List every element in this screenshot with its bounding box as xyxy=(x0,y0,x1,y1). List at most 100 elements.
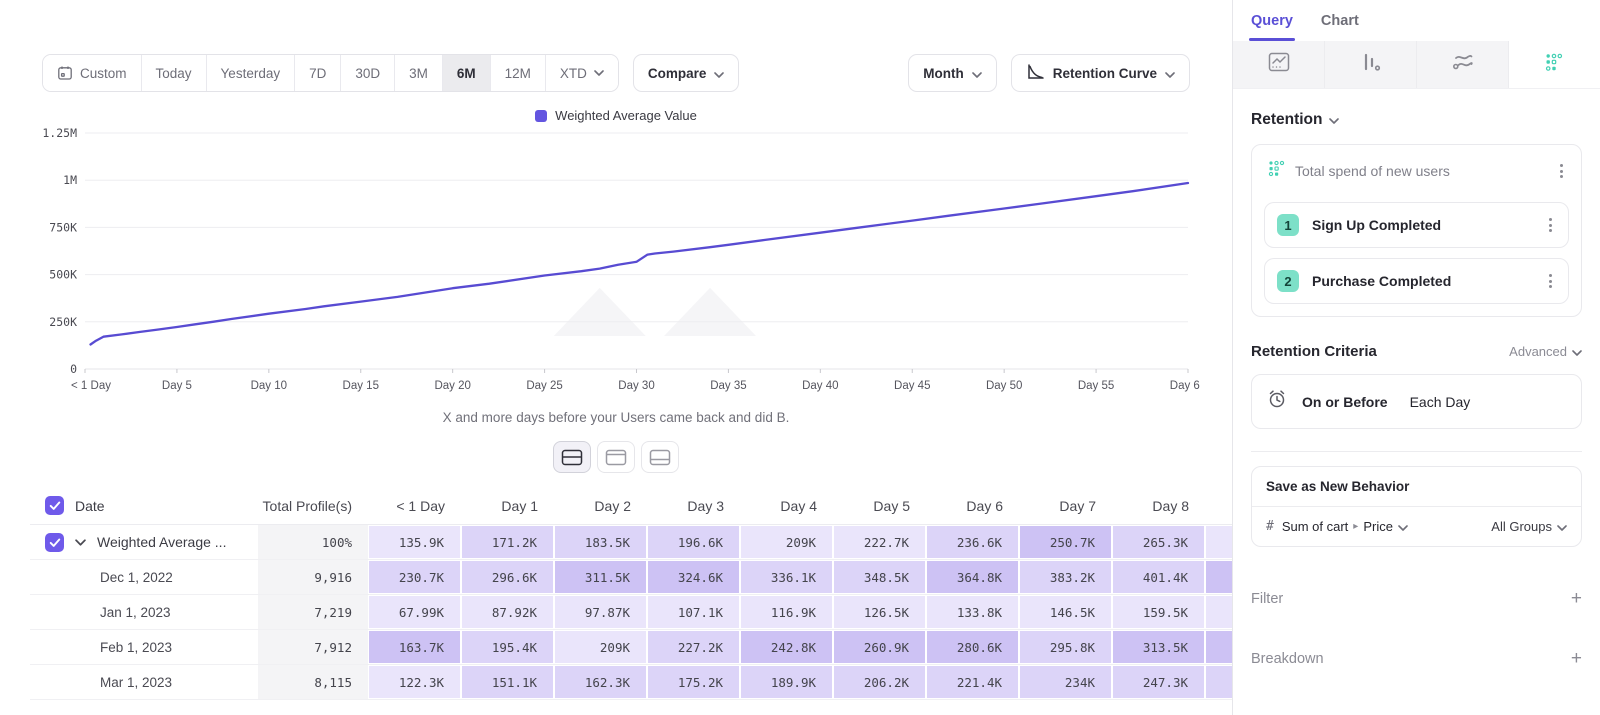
date-range-7d[interactable]: 7D xyxy=(295,55,341,91)
retention-value-cell[interactable]: 122.3K xyxy=(368,665,461,699)
date-range-custom[interactable]: Custom xyxy=(43,55,142,91)
top-panel-view-toggle[interactable] xyxy=(597,441,635,473)
retention-value-cell[interactable]: 313.5K xyxy=(1112,630,1205,664)
tab-chart[interactable]: Chart xyxy=(1321,13,1359,41)
retention-value-cell[interactable]: 159.5K xyxy=(1112,595,1205,629)
row-checkbox[interactable] xyxy=(45,533,64,552)
retention-value-cell[interactable]: 324.6K xyxy=(647,560,740,594)
date-range-yesterday[interactable]: Yesterday xyxy=(207,55,296,91)
report-tab-insights[interactable] xyxy=(1233,41,1325,88)
retention-value-cell[interactable]: 348.5K xyxy=(833,560,926,594)
date-range-today[interactable]: Today xyxy=(142,55,207,91)
measurement-row[interactable]: # Sum of cart ▸ Price All Groups xyxy=(1252,506,1581,546)
retention-value-cell[interactable]: 336.1K xyxy=(740,560,833,594)
group-label: All Groups xyxy=(1491,519,1552,534)
table-row[interactable]: Weighted Average ...100%135.9K171.2K183.… xyxy=(30,525,1232,560)
total-profiles-cell: 100% xyxy=(258,525,368,559)
retention-value-cell[interactable]: 183.5K xyxy=(554,525,647,559)
retention-value-cell[interactable]: 209K xyxy=(740,525,833,559)
date-range-12m[interactable]: 12M xyxy=(491,55,546,91)
advanced-dropdown[interactable]: Advanced xyxy=(1509,344,1582,359)
compare-button[interactable]: Compare xyxy=(633,54,740,92)
criteria-condition-card[interactable]: On or Before Each Day xyxy=(1251,374,1582,429)
retention-value-cell[interactable]: 296.6K xyxy=(461,560,554,594)
retention-value-cell[interactable]: 401.4K xyxy=(1112,560,1205,594)
retention-value-cell[interactable]: 280.6K xyxy=(926,630,1019,664)
table-header-row: Date Total Profile(s) < 1 DayDay 1Day 2D… xyxy=(30,487,1232,525)
retention-value-cell[interactable]: 209K xyxy=(554,630,647,664)
retention-value-cell[interactable]: 227.2K xyxy=(647,630,740,664)
kebab-menu-icon[interactable] xyxy=(1545,216,1556,234)
date-range-xtd[interactable]: XTD xyxy=(546,55,618,91)
retention-value-cell[interactable]: 242.8K xyxy=(740,630,833,664)
date-range-3m[interactable]: 3M xyxy=(395,55,443,91)
retention-value-cell[interactable]: 195.4K xyxy=(461,630,554,664)
behavior-step[interactable]: 2 Purchase Completed xyxy=(1264,258,1569,304)
chevron-down-icon xyxy=(1329,111,1339,129)
retention-value-cell[interactable]: 162.3K xyxy=(554,665,647,699)
report-tab-retention[interactable] xyxy=(1509,41,1600,88)
retention-value-cell[interactable]: 311.5K xyxy=(554,560,647,594)
retention-value-cell[interactable]: 206.2K xyxy=(833,665,926,699)
col-header: Day 1 xyxy=(461,487,554,524)
retention-value-cell[interactable]: 265.3K xyxy=(1112,525,1205,559)
chart-legend[interactable]: Weighted Average Value xyxy=(0,108,1232,123)
retention-value-cell[interactable]: 67.99K xyxy=(368,595,461,629)
retention-value-cell[interactable]: 196.6K xyxy=(647,525,740,559)
retention-value-cell[interactable]: 234K xyxy=(1019,665,1112,699)
retention-value-cell[interactable]: 364.8K xyxy=(926,560,1019,594)
split-view-toggle[interactable] xyxy=(553,441,591,473)
table-row[interactable]: Feb 1, 20237,912163.7K195.4K209K227.2K24… xyxy=(30,630,1232,665)
retention-chart: 0250K500K750K1M1.25M< 1 DayDay 5Day 10Da… xyxy=(30,125,1202,408)
retention-value-cell[interactable]: 107.1K xyxy=(647,595,740,629)
date-range-6m[interactable]: 6M xyxy=(443,55,491,91)
add-breakdown-button[interactable]: + xyxy=(1571,652,1582,666)
retention-value-cell[interactable]: 175.2K xyxy=(647,665,740,699)
retention-value-cell[interactable]: 163.7K xyxy=(368,630,461,664)
retention-value-cell[interactable]: 97.87K xyxy=(554,595,647,629)
layout-toggle-group xyxy=(0,441,1232,473)
row-checkbox[interactable] xyxy=(45,496,64,515)
table-row[interactable]: Jan 1, 20237,21967.99K87.92K97.87K107.1K… xyxy=(30,595,1232,630)
col-header: Day 5 xyxy=(833,487,926,524)
retention-value-cell[interactable]: 250.7K xyxy=(1019,525,1112,559)
date-range-30d[interactable]: 30D xyxy=(341,55,395,91)
retention-value-cell[interactable]: 295.8K xyxy=(1019,630,1112,664)
add-filter-button[interactable]: + xyxy=(1571,592,1582,606)
retention-value-cell[interactable]: 133.8K xyxy=(926,595,1019,629)
retention-value-cell[interactable]: 146.5K xyxy=(1019,595,1112,629)
line-chart-svg[interactable]: 0250K500K750K1M1.25M< 1 DayDay 5Day 10Da… xyxy=(30,125,1200,403)
granularity-button[interactable]: Month xyxy=(908,54,996,92)
expand-chevron-icon[interactable] xyxy=(75,539,86,546)
retention-value-cell[interactable]: 222.7K xyxy=(833,525,926,559)
retention-value-cell[interactable]: 87.92K xyxy=(461,595,554,629)
retention-value-cell[interactable]: 151.1K xyxy=(461,665,554,699)
retention-value-cell[interactable]: 171.2K xyxy=(461,525,554,559)
row-label: Feb 1, 2023 xyxy=(30,630,258,664)
retention-value-cell[interactable]: 126.5K xyxy=(833,595,926,629)
retention-value-cell[interactable]: 189.9K xyxy=(740,665,833,699)
retention-value-cell[interactable]: 230.7K xyxy=(368,560,461,594)
tab-query[interactable]: Query xyxy=(1251,13,1293,41)
retention-value-cell[interactable]: 383.2K xyxy=(1019,560,1112,594)
kebab-menu-icon[interactable] xyxy=(1545,272,1556,290)
retention-value-cell[interactable]: 236.6K xyxy=(926,525,1019,559)
retention-value-cell[interactable]: 221.4K xyxy=(926,665,1019,699)
report-tab-funnels[interactable] xyxy=(1325,41,1417,88)
save-as-new-behavior-button[interactable]: Save as New Behavior xyxy=(1252,467,1581,506)
table-row[interactable]: Dec 1, 20229,916230.7K296.6K311.5K324.6K… xyxy=(30,560,1232,595)
bottom-panel-view-toggle[interactable] xyxy=(641,441,679,473)
report-tab-flows[interactable] xyxy=(1417,41,1509,88)
step-number-badge: 1 xyxy=(1277,214,1299,236)
retention-value-cell[interactable]: 135.9K xyxy=(368,525,461,559)
table-row[interactable]: Mar 1, 20238,115122.3K151.1K162.3K175.2K… xyxy=(30,665,1232,700)
behavior-step[interactable]: 1 Sign Up Completed xyxy=(1264,202,1569,248)
retention-value-cell[interactable]: 116.9K xyxy=(740,595,833,629)
retention-value-cell[interactable]: 247.3K xyxy=(1112,665,1205,699)
group-dropdown[interactable]: All Groups xyxy=(1491,519,1567,534)
chart-type-button[interactable]: Retention Curve xyxy=(1011,54,1190,92)
svg-text:Day 60: Day 60 xyxy=(1170,380,1200,392)
kebab-menu-icon[interactable] xyxy=(1556,162,1567,180)
retention-value-cell[interactable]: 260.9K xyxy=(833,630,926,664)
retention-section-header[interactable]: Retention xyxy=(1251,111,1582,129)
